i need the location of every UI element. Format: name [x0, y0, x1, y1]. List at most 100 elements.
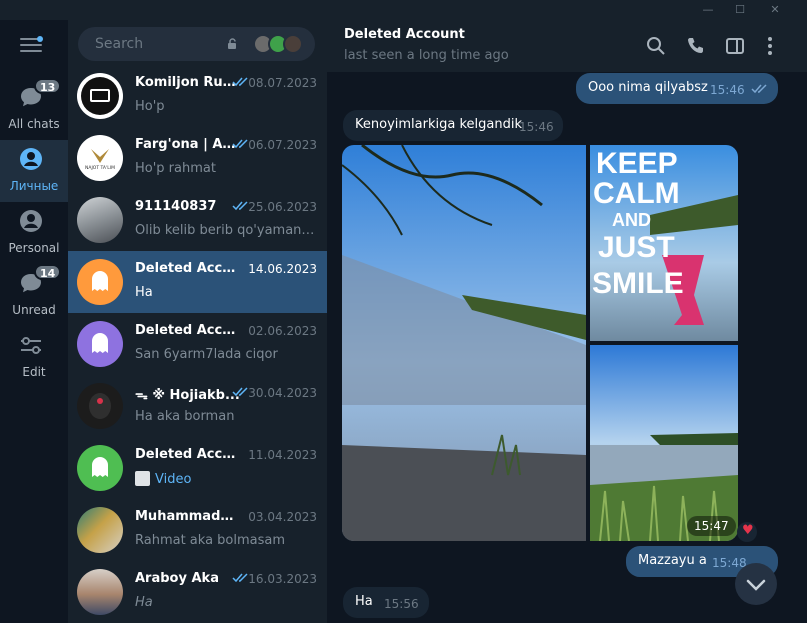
chat-row[interactable]: Muhammadyusuf 03.04.2023 Rahmat aka bolm…	[68, 499, 327, 561]
message-text: Mazzayu a	[638, 553, 707, 568]
chat-row[interactable]: ᯓ ※ Hojiakb... 30.04.2023 Ha aka borman	[68, 375, 327, 437]
chat-name: Deleted Account	[135, 261, 240, 276]
incoming-message[interactable]: Ha 15:56	[343, 587, 429, 618]
avatar	[77, 197, 123, 243]
outgoing-message[interactable]: Ooo nima qilyabsz 15:46	[576, 73, 778, 104]
close-button[interactable]: ✕	[760, 1, 790, 19]
chat-row-active[interactable]: Deleted Account 14.06.2023 Ha	[68, 251, 327, 313]
chat-preview: Ho'p	[135, 99, 165, 114]
folder-label: Unread	[12, 303, 56, 317]
avatar	[77, 507, 123, 553]
maximize-button[interactable]: ☐	[725, 1, 755, 19]
incoming-message[interactable]: Kenoyimlarkiga kelgandik 15:46	[343, 110, 563, 141]
menu-notification-dot	[37, 36, 43, 42]
heart-reaction[interactable]: ♥	[737, 522, 757, 542]
phone-icon[interactable]	[685, 35, 707, 57]
avatar	[77, 259, 123, 305]
chat-preview: Video	[135, 471, 317, 487]
user-icon	[20, 148, 42, 170]
chat-row[interactable]: NAJOT TA'LIM Farg'ona | Ad... 06.07.2023…	[68, 127, 327, 189]
chat-preview: Rahmat aka bolmasam	[135, 533, 286, 548]
brand-logo: NAJOT TA'LIM	[85, 149, 115, 171]
conversation-panel: Deleted Account last seen a long time ag…	[327, 20, 807, 623]
chat-date: 03.04.2023	[248, 510, 317, 524]
chat-preview: Ha	[135, 285, 153, 300]
chat-date: 25.06.2023	[248, 200, 317, 214]
folder-label: All chats	[8, 117, 60, 131]
and-text: AND	[612, 210, 651, 230]
chat-name: Komiljon Rust...	[135, 75, 240, 90]
chat-date: 11.04.2023	[248, 448, 317, 462]
folder-label: Edit	[22, 365, 46, 379]
chat-row[interactable]: 911140837 25.06.2023 Olib kelib berib qo…	[68, 189, 327, 251]
chat-preview: Olib kelib berib qo'yaman Ak...	[135, 223, 317, 238]
calm-text: CALM	[593, 177, 680, 210]
message-area: Ooo nima qilyabsz 15:46 Kenoyimlarkiga k…	[327, 72, 807, 623]
chat-preview: Ha aka borman	[135, 409, 235, 424]
folder-rail: 13 All chats Личные Personal 14 Unread E…	[0, 20, 68, 623]
chat-preview: San 6yarm7lada ciqor	[135, 347, 278, 362]
folder-unread[interactable]: 14 Unread	[0, 264, 68, 326]
chat-date: 16.03.2023	[248, 572, 317, 586]
heart-icon: ♥	[742, 523, 754, 538]
video-thumbnail-icon	[135, 471, 150, 486]
search-input[interactable]: Search	[95, 36, 143, 52]
chat-date: 30.04.2023	[248, 386, 317, 400]
chat-date: 06.07.2023	[248, 138, 317, 152]
peer-status: last seen a long time ago	[344, 48, 509, 63]
chat-name: Araboy Aka	[135, 571, 219, 586]
smile-text: SMILE	[592, 267, 684, 300]
avatar	[77, 73, 123, 119]
chat-preview: Ha	[135, 595, 153, 610]
unread-badge: 14	[34, 264, 62, 280]
chat-row[interactable]: Araboy Aka 16.03.2023 Ha	[68, 561, 327, 623]
avatar	[77, 445, 123, 491]
more-vertical-icon[interactable]	[759, 35, 781, 57]
story-avatar[interactable]	[283, 34, 303, 54]
folder-label: Personal	[8, 241, 60, 255]
chevron-down-icon	[746, 579, 766, 591]
unread-badge: 13	[34, 78, 62, 94]
lock-icon[interactable]	[227, 38, 239, 50]
ghost-icon	[92, 457, 108, 477]
scroll-down-button[interactable]	[735, 563, 777, 605]
double-check-icon	[751, 84, 767, 94]
chat-name: Muhammadyusuf	[135, 509, 240, 524]
chat-list: Search Komiljon Rust... 08.07.2023 Ho'p …	[68, 20, 327, 623]
message-time: 15:46	[710, 83, 745, 97]
search-icon[interactable]	[645, 35, 667, 57]
search-box[interactable]: Search	[78, 27, 315, 61]
just-text: JUST	[598, 231, 675, 264]
peer-name[interactable]: Deleted Account	[344, 27, 465, 42]
photo-keep-calm[interactable]: KEEP CALM AND JUST SMILE	[590, 145, 738, 341]
user-icon	[20, 210, 42, 232]
conversation-header: Deleted Account last seen a long time ag…	[327, 20, 807, 72]
album-time: 15:47	[687, 516, 736, 536]
chat-date: 02.06.2023	[248, 324, 317, 338]
chat-name: 911140837	[135, 199, 217, 214]
photo-album[interactable]: KEEP CALM AND JUST SMILE	[342, 145, 738, 541]
chat-name: Deleted Account	[135, 323, 240, 338]
ghost-icon	[92, 271, 108, 291]
keep-text: KEEP	[596, 147, 678, 180]
minimize-button[interactable]: —	[693, 1, 723, 19]
message-time: 15:56	[384, 597, 419, 611]
message-text: Ooo nima qilyabsz	[588, 80, 708, 95]
folder-all-chats[interactable]: 13 All chats	[0, 78, 68, 140]
chat-row[interactable]: Deleted Account 02.06.2023 San 6yarm7lad…	[68, 313, 327, 375]
sidebar-toggle-icon[interactable]	[724, 35, 746, 57]
avatar	[77, 321, 123, 367]
folder-personal-ru[interactable]: Личные	[0, 140, 68, 202]
photo-riverbank[interactable]	[590, 345, 738, 541]
photo-lake-trees[interactable]	[342, 145, 586, 541]
chat-row[interactable]: Deleted Account 11.04.2023 Video	[68, 437, 327, 499]
chat-date: 14.06.2023	[248, 262, 317, 276]
avatar	[77, 383, 123, 429]
message-text: Ha	[355, 594, 373, 609]
avatar: NAJOT TA'LIM	[77, 135, 123, 181]
chat-preview: Ho'p rahmat	[135, 161, 216, 176]
folder-personal[interactable]: Personal	[0, 202, 68, 264]
chat-name: Deleted Account	[135, 447, 240, 462]
chat-row[interactable]: Komiljon Rust... 08.07.2023 Ho'p	[68, 65, 327, 127]
folder-edit[interactable]: Edit	[0, 326, 68, 388]
